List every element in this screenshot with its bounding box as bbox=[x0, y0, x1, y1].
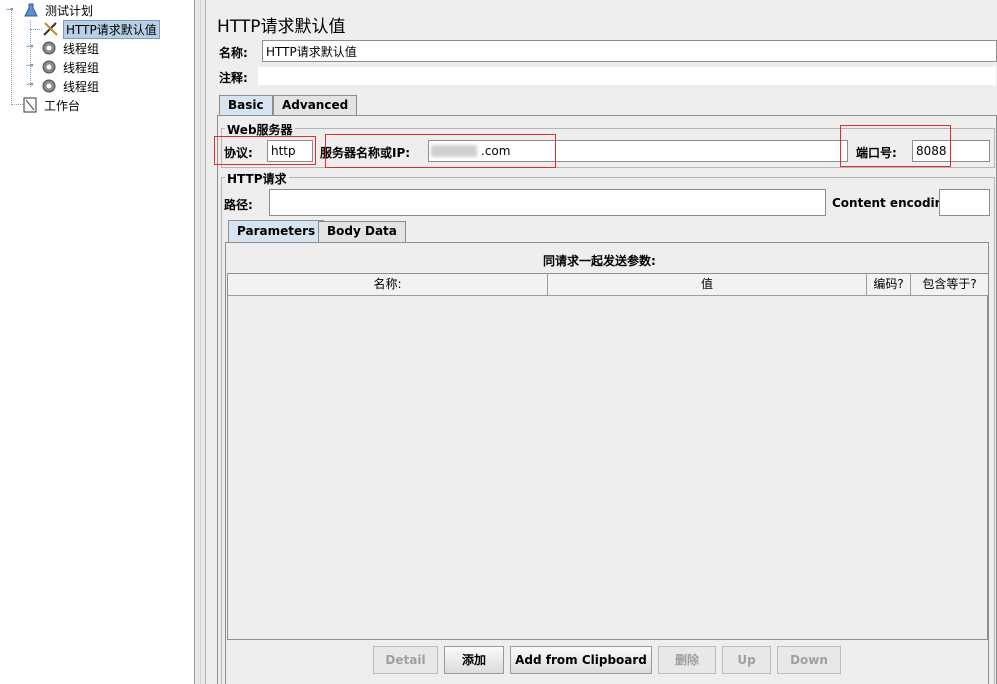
highlight-server bbox=[325, 134, 556, 168]
highlight-port bbox=[840, 125, 951, 167]
column-header-encode[interactable]: 编码? bbox=[867, 274, 911, 296]
path-field[interactable] bbox=[269, 189, 826, 216]
path-label: 路径: bbox=[224, 198, 253, 212]
workbench-icon bbox=[21, 97, 39, 113]
tree-item-http-defaults[interactable]: HTTP请求默认值 bbox=[42, 19, 160, 39]
tab-advanced[interactable]: Advanced bbox=[273, 95, 358, 115]
tree-connector bbox=[11, 10, 12, 105]
expand-icon[interactable]: ⊸ bbox=[26, 43, 34, 52]
tree-item-test-plan[interactable]: 测试计划 bbox=[22, 1, 95, 19]
gear-icon bbox=[40, 59, 58, 75]
detail-button[interactable]: Detail bbox=[373, 646, 438, 674]
add-from-clipboard-button[interactable]: Add from Clipboard bbox=[510, 646, 652, 674]
tab-basic[interactable]: Basic bbox=[219, 95, 273, 115]
collapse-icon[interactable]: ⊸ bbox=[6, 6, 14, 15]
config-panel: HTTP请求默认值 名称: 注释: Basic Advanced Web服务器 … bbox=[207, 0, 997, 684]
gear-icon bbox=[40, 40, 58, 56]
http-request-group-title: HTTP请求 bbox=[225, 170, 289, 187]
expand-icon[interactable]: ⊸ bbox=[26, 81, 34, 90]
tree-item-workbench[interactable]: 工作台 bbox=[21, 96, 82, 114]
tree-connector bbox=[30, 29, 42, 30]
split-pane-divider[interactable] bbox=[196, 0, 206, 684]
flask-icon bbox=[22, 2, 40, 18]
params-table[interactable]: 名称: 值 编码? 包含等于? bbox=[227, 273, 988, 640]
highlight-protocol bbox=[214, 136, 316, 165]
column-header-include-equals[interactable]: 包含等于? bbox=[911, 274, 988, 296]
up-button[interactable]: Up bbox=[722, 646, 771, 674]
tab-parameters[interactable]: Parameters bbox=[228, 220, 325, 242]
content-encoding-label: Content encoding: bbox=[832, 196, 957, 210]
wrench-icon bbox=[42, 21, 60, 37]
expand-icon[interactable]: ⊸ bbox=[26, 62, 34, 71]
column-header-name[interactable]: 名称: bbox=[228, 274, 548, 296]
tree-item-thread-group[interactable]: 线程组 bbox=[40, 58, 101, 76]
add-button[interactable]: 添加 bbox=[444, 646, 504, 674]
gear-icon bbox=[40, 78, 58, 94]
comment-label: 注释: bbox=[219, 71, 248, 85]
column-header-value[interactable]: 值 bbox=[548, 274, 867, 296]
test-plan-tree: ⊸ 测试计划 HTTP请求默认值 ⊸ 线程组 ⊸ 线程组 ⊸ 线程组 工作台 bbox=[0, 0, 195, 684]
tree-item-label: 测试计划 bbox=[45, 3, 94, 18]
params-heading: 同请求一起发送参数: bbox=[543, 254, 656, 268]
name-field[interactable] bbox=[262, 40, 997, 62]
tree-item-thread-group[interactable]: 线程组 bbox=[40, 39, 101, 57]
tree-item-thread-group[interactable]: 线程组 bbox=[40, 77, 101, 95]
down-button[interactable]: Down bbox=[777, 646, 841, 674]
comment-field[interactable] bbox=[257, 66, 997, 86]
tree-item-label: 线程组 bbox=[63, 41, 100, 56]
name-label: 名称: bbox=[219, 46, 248, 60]
delete-button[interactable]: 删除 bbox=[658, 646, 716, 674]
tab-body-data[interactable]: Body Data bbox=[318, 221, 406, 242]
tree-item-label: 线程组 bbox=[63, 79, 100, 94]
tree-item-label: 线程组 bbox=[63, 60, 100, 75]
page-title: HTTP请求默认值 bbox=[217, 17, 346, 37]
content-encoding-field[interactable] bbox=[939, 189, 990, 216]
tree-connector bbox=[30, 20, 31, 87]
tree-item-label: 工作台 bbox=[44, 98, 81, 113]
tree-item-label: HTTP请求默认值 bbox=[63, 19, 160, 39]
